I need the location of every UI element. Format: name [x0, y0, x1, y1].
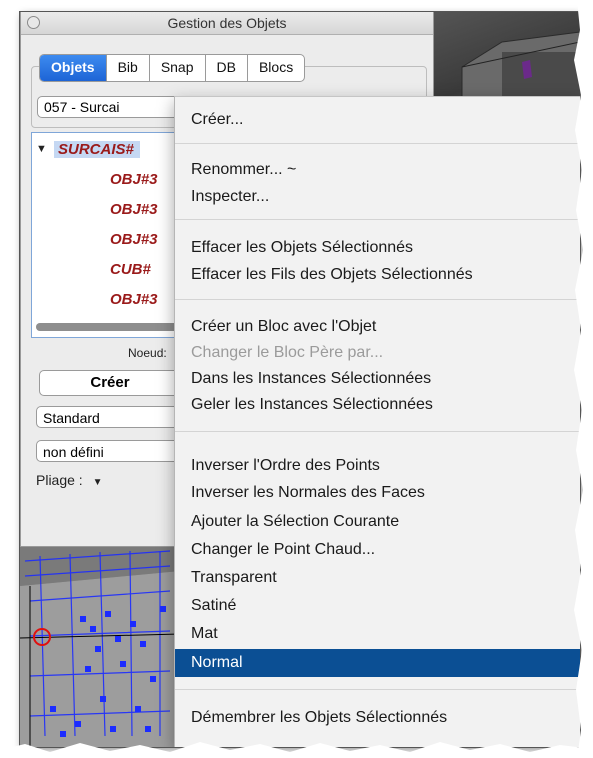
tree-item[interactable]: OBJ#3 — [110, 201, 158, 218]
tab-objets[interactable]: Objets — [40, 55, 107, 81]
menu-item-inverser-normales[interactable]: Inverser les Normales des Faces — [175, 480, 580, 506]
torn-edge-right — [574, 0, 593, 758]
noeud-label: Noeud: — [128, 346, 167, 360]
tab-snap[interactable]: Snap — [150, 55, 206, 81]
torn-edge-bottom — [0, 742, 593, 758]
window-title: Gestion des Objets — [167, 15, 287, 31]
menu-separator — [175, 431, 580, 432]
create-button[interactable]: Créer — [39, 370, 181, 396]
menu-item-inverser-ordre[interactable]: Inverser l'Ordre des Points — [175, 453, 580, 479]
menu-separator — [175, 143, 580, 144]
chevron-down-icon[interactable]: ▼ — [93, 477, 103, 488]
menu-item-changer-point-chaud[interactable]: Changer le Point Chaud... — [175, 537, 580, 563]
pliage-control[interactable]: Pliage : ▼ — [36, 472, 103, 488]
disclosure-triangle-icon[interactable]: ▼ — [36, 143, 47, 155]
menu-item-geler-instances[interactable]: Geler les Instances Sélectionnées — [175, 392, 580, 418]
menu-item-ajouter-selection[interactable]: Ajouter la Sélection Courante — [175, 509, 580, 535]
menu-item-renommer[interactable]: Renommer... ~ — [175, 157, 580, 183]
viewport-geometry — [461, 31, 580, 108]
titlebar: Gestion des Objets — [21, 12, 433, 35]
viewport-top-right — [432, 12, 580, 108]
menu-item-demembrer[interactable]: Démembrer les Objets Sélectionnés — [175, 705, 580, 731]
menu-item-creer[interactable]: Créer... — [175, 107, 580, 133]
tree-item[interactable]: OBJ#3 — [110, 171, 158, 188]
menu-item-inspecter[interactable]: Inspecter... — [175, 184, 580, 210]
object-selector-value: 057 - Surcai — [44, 99, 120, 115]
menu-item-creer-bloc[interactable]: Créer un Bloc avec l'Objet — [175, 314, 580, 340]
menu-item-dans-instances[interactable]: Dans les Instances Sélectionnées — [175, 366, 580, 392]
style-dropdown[interactable]: Standard — [36, 406, 186, 428]
menu-item-mat[interactable]: Mat — [175, 621, 580, 647]
tree-item[interactable]: OBJ#3 — [110, 231, 158, 248]
menu-item-transparent[interactable]: Transparent — [175, 565, 580, 591]
type-dropdown[interactable]: non défini — [36, 440, 186, 462]
tab-bib[interactable]: Bib — [107, 55, 150, 81]
menu-separator — [175, 299, 580, 300]
menu-item-normal[interactable]: Normal — [175, 649, 580, 677]
menu-item-satine[interactable]: Satiné — [175, 593, 580, 619]
menu-separator — [175, 689, 580, 690]
menu-item-effacer-objets[interactable]: Effacer les Objets Sélectionnés — [175, 235, 580, 261]
tree-item-root[interactable]: SURCAIS# — [54, 141, 140, 158]
tab-db[interactable]: DB — [206, 55, 248, 81]
screenshot-frame: Gestion des Objets Objets Bib Snap DB Bl… — [20, 12, 580, 747]
menu-item-effacer-fils[interactable]: Effacer les Fils des Objets Sélectionnés — [175, 262, 580, 288]
tab-blocs[interactable]: Blocs — [248, 55, 304, 81]
tree-item[interactable]: OBJ#3 — [110, 291, 158, 308]
menu-item-changer-bloc-pere: Changer le Bloc Père par... — [191, 344, 384, 361]
context-menu: Créer... Renommer... ~ Inspecter... Effa… — [174, 96, 580, 747]
pliage-label: Pliage : — [36, 472, 83, 488]
menu-separator — [175, 219, 580, 220]
tree-item[interactable]: CUB# — [110, 261, 151, 278]
tab-bar: Objets Bib Snap DB Blocs — [39, 54, 306, 82]
